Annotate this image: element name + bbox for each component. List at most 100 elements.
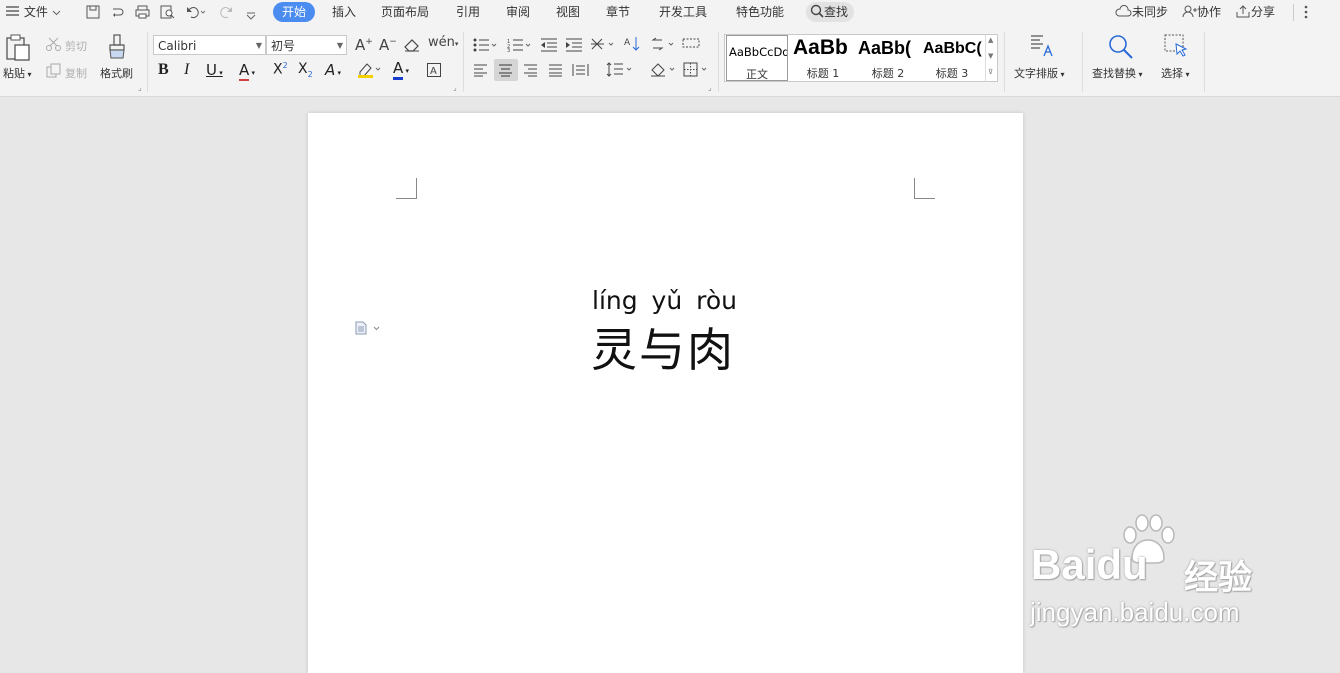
increase-indent-icon[interactable]: [565, 38, 583, 55]
text-layout-icon[interactable]: [1030, 34, 1054, 61]
clear-formatting-icon[interactable]: [404, 38, 420, 55]
select-label: 选择: [1161, 67, 1183, 80]
select-button[interactable]: 选择 ▾: [1161, 65, 1190, 81]
style-sample: AaBbC(: [923, 40, 982, 57]
paste-button[interactable]: 粘贴 ▾: [3, 65, 32, 81]
paragraph-dialog-launcher[interactable]: ⌟: [708, 83, 712, 92]
tab-review[interactable]: 审阅: [506, 0, 530, 24]
font-color-icon[interactable]: A ▾: [393, 59, 409, 80]
search-button[interactable]: 查找: [806, 2, 855, 22]
file-label: 文件: [23, 5, 48, 19]
scissors-icon[interactable]: [46, 37, 62, 54]
clipboard-dialog-launcher[interactable]: ⌟: [138, 83, 142, 92]
strikethrough-icon[interactable]: A ▾: [239, 61, 255, 81]
style-heading-2[interactable]: AaBb( 标题 2: [856, 35, 920, 81]
align-right-icon[interactable]: [523, 64, 538, 80]
tab-chapter[interactable]: 章节: [606, 0, 630, 24]
sync-status-button[interactable]: 未同步: [1115, 0, 1168, 24]
grow-font-icon[interactable]: A+: [355, 36, 373, 54]
phonetic-guide-icon[interactable]: wén▾: [428, 35, 458, 50]
share-label: 分享: [1251, 5, 1276, 19]
scroll-up-icon[interactable]: ▲: [988, 36, 993, 44]
paragraph-handle-icon[interactable]: [355, 321, 381, 338]
style-sample: AaBbCcDd: [729, 45, 788, 59]
styles-scroll[interactable]: ▲ ▼ ⊽: [985, 35, 998, 81]
underline-icon[interactable]: U ▾: [206, 61, 223, 79]
highlight-color-icon[interactable]: [357, 62, 381, 81]
style-normal[interactable]: AaBbCcDd 正文: [726, 35, 788, 81]
style-heading-1[interactable]: AaBb 标题 1: [791, 35, 855, 81]
shading-icon[interactable]: [650, 62, 678, 80]
shrink-font-icon[interactable]: A−: [379, 36, 397, 54]
chevron-down-icon: ▼: [336, 41, 343, 50]
group-separator: [1082, 32, 1083, 92]
decrease-indent-icon[interactable]: [540, 38, 558, 55]
tab-references[interactable]: 引用: [456, 0, 480, 24]
copy-icon[interactable]: [46, 63, 61, 81]
find-replace-button[interactable]: 查找替换 ▾: [1092, 65, 1143, 81]
menu-bar: 文件 开始 插入 页面布局 引用 审阅 视图 章节 开发工具 特色功能 查找 未…: [0, 0, 1340, 26]
share-button[interactable]: 分享: [1236, 0, 1275, 24]
margin-mark-top-left: [396, 178, 417, 199]
bullet-list-icon[interactable]: [473, 38, 499, 55]
save-icon[interactable]: [86, 5, 100, 22]
style-heading-3[interactable]: AaBbC( 标题 3: [921, 35, 983, 81]
align-center-button[interactable]: [494, 59, 518, 81]
sort-icon[interactable]: A: [624, 36, 642, 55]
format-painter-button[interactable]: 格式刷: [100, 65, 133, 81]
scroll-down-icon[interactable]: ▼: [988, 52, 993, 60]
user-plus-icon: [1182, 5, 1197, 18]
print-icon[interactable]: [135, 5, 150, 22]
distributed-align-icon[interactable]: [572, 63, 589, 80]
tab-special-features[interactable]: 特色功能: [736, 0, 784, 24]
tab-developer[interactable]: 开发工具: [659, 0, 707, 24]
cut-button[interactable]: 剪切: [65, 38, 87, 54]
bold-icon[interactable]: B: [158, 61, 169, 79]
align-left-icon[interactable]: [473, 64, 488, 80]
line-spacing-icon[interactable]: [606, 62, 634, 80]
chinese-layout-icon[interactable]: [590, 37, 616, 55]
borders-icon[interactable]: [683, 62, 711, 80]
pinyin-annotation: líng yǔ ròu: [592, 286, 738, 315]
format-painter-icon[interactable]: [107, 34, 129, 63]
text-layout-button[interactable]: 文字排版 ▾: [1014, 65, 1065, 81]
character-border-icon[interactable]: A: [427, 63, 442, 80]
tab-home[interactable]: 开始: [273, 2, 316, 22]
italic-icon[interactable]: I: [184, 61, 189, 79]
style-name: 标题 3: [935, 67, 969, 80]
superscript-icon[interactable]: X2: [273, 61, 288, 78]
text-effect-icon[interactable]: A ▾: [325, 61, 341, 79]
gallery-expand-icon[interactable]: ⊽: [988, 68, 993, 76]
tab-insert[interactable]: 插入: [332, 0, 356, 24]
more-options-icon[interactable]: [1303, 5, 1309, 23]
font-size-dropdown[interactable]: 初号 ▼: [266, 35, 347, 55]
customize-quick-access-icon[interactable]: [246, 9, 256, 23]
print-preview-icon[interactable]: [160, 5, 175, 22]
style-name: 标题 2: [871, 67, 905, 80]
chevron-down-icon: [52, 10, 61, 16]
file-menu[interactable]: 文件: [6, 0, 61, 24]
tab-view[interactable]: 视图: [556, 0, 580, 24]
find-replace-icon[interactable]: [1108, 34, 1134, 63]
undo-icon[interactable]: [186, 5, 206, 22]
text-layout-label: 文字排版: [1014, 67, 1058, 80]
hamburger-icon: [6, 6, 19, 16]
font-dialog-launcher[interactable]: ⌟: [453, 83, 457, 92]
table-tools-icon[interactable]: [682, 38, 700, 53]
numbered-list-icon[interactable]: 123: [507, 38, 533, 55]
subscript-icon[interactable]: X2: [298, 61, 313, 79]
show-hide-marks-icon[interactable]: [650, 37, 676, 54]
redo-icon[interactable]: [219, 5, 233, 22]
watermark-brand: Bai: [1031, 541, 1097, 588]
tab-page-layout[interactable]: 页面布局: [381, 0, 429, 24]
watermark-product: 经验: [1184, 559, 1252, 597]
menubar-divider: [1293, 4, 1294, 21]
paste-icon[interactable]: [5, 34, 31, 65]
copy-button[interactable]: 复制: [65, 65, 87, 81]
font-size-value: 初号: [271, 39, 296, 53]
justify-icon[interactable]: [548, 64, 563, 80]
select-icon[interactable]: [1164, 34, 1190, 63]
undo-history-icon[interactable]: [110, 5, 124, 22]
font-name-dropdown[interactable]: Calibri ▼: [153, 35, 266, 55]
collaborate-button[interactable]: 协作: [1182, 0, 1221, 24]
